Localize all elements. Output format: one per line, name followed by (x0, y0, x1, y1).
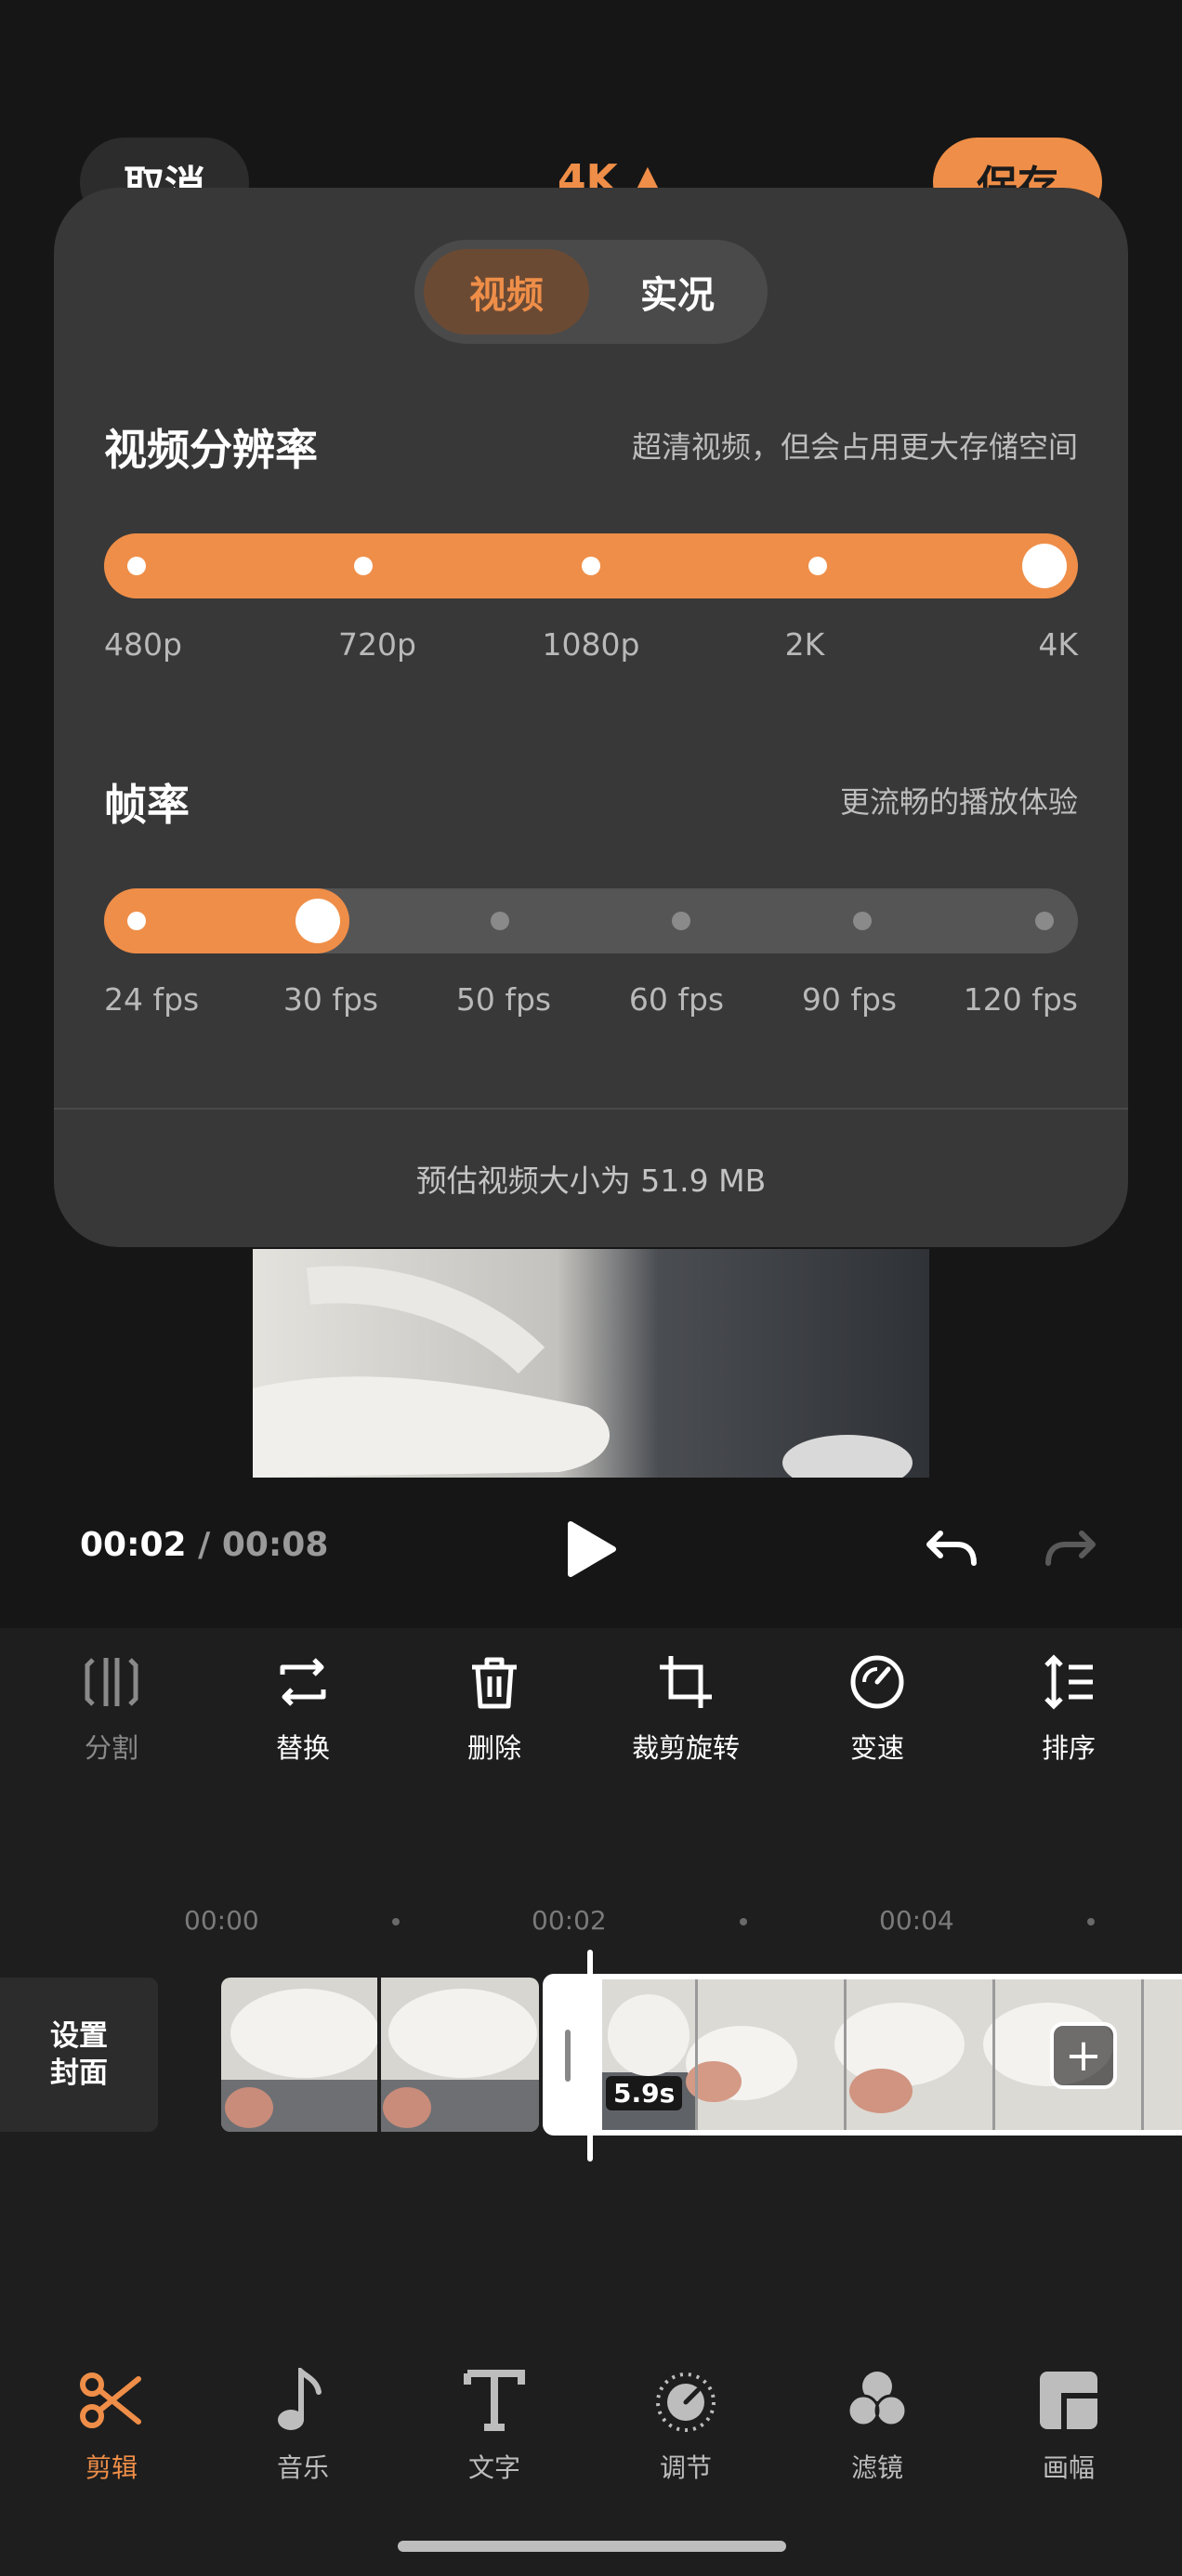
resolution-stop-2k[interactable] (808, 557, 827, 575)
split-icon (85, 1658, 138, 1706)
replace-tool[interactable]: 替换 (238, 1654, 368, 1766)
timeline-mark-2: 00:02 (532, 1905, 607, 1936)
panel-divider (54, 1108, 1128, 1110)
tab-aspect-ratio-label: 画幅 (1042, 2452, 1095, 2483)
tab-aspect-ratio[interactable]: 画幅 (994, 2368, 1143, 2485)
tab-music[interactable]: 音乐 (229, 2365, 377, 2485)
fps-label-50: 50 fps (455, 981, 552, 1018)
delete-label: 删除 (466, 1732, 521, 1764)
timeline-clip-1[interactable] (221, 1978, 539, 2132)
tab-text[interactable]: 文字 (420, 2368, 569, 2485)
clip-trim-handle[interactable] (565, 2030, 571, 2082)
crop-rotate-label: 裁剪旋转 (631, 1732, 740, 1764)
frame-rate-slider-knob[interactable] (296, 899, 340, 943)
crop-icon (660, 1656, 712, 1708)
playhead[interactable] (587, 1950, 593, 2162)
timeline-tick (1087, 1918, 1095, 1925)
resolution-label-480p: 480p (104, 626, 182, 663)
tab-adjust[interactable]: 调节 (611, 2368, 760, 2485)
aspect-ratio-icon (1040, 2372, 1097, 2429)
fps-stop-90[interactable] (853, 912, 872, 930)
sort-icon (1044, 1654, 1093, 1710)
timeline-mark-4: 00:04 (879, 1905, 954, 1936)
undo-icon[interactable] (924, 1528, 979, 1572)
resolution-label-4k: 4K (1038, 626, 1078, 663)
music-note-icon (278, 2365, 322, 2430)
tab-music-label: 音乐 (276, 2452, 329, 2483)
speed-tool[interactable]: 变速 (812, 1654, 942, 1766)
fps-stop-60[interactable] (672, 912, 690, 930)
split-tool[interactable]: 分割 (46, 1654, 177, 1766)
fps-stop-24[interactable] (127, 912, 146, 930)
timeline-tick (740, 1918, 747, 1925)
set-cover-label-line2: 封面 (50, 2057, 108, 2090)
delete-tool[interactable]: 删除 (429, 1654, 559, 1766)
fps-label-90: 90 fps (801, 981, 898, 1018)
filter-icon (847, 2372, 908, 2427)
resolution-label-720p: 720p (338, 626, 416, 663)
preview-image (253, 1249, 929, 1478)
estimated-size: 预估视频大小为 51.9 MB (415, 1163, 767, 1199)
tab-text-label: 文字 (467, 2452, 520, 2483)
export-settings-panel (54, 188, 1128, 1247)
add-clip-button[interactable]: + (1050, 2022, 1117, 2089)
tab-filter[interactable]: 滤镜 (803, 2368, 952, 2485)
speed-icon (850, 1655, 904, 1709)
resolution-description: 超清视频，但会占用更大存储空间 (631, 429, 1078, 465)
set-cover-label-line1: 设置 (50, 2019, 108, 2053)
fps-label-30: 30 fps (282, 981, 379, 1018)
play-icon[interactable] (565, 1520, 617, 1582)
timeline-mark-0: 00:00 (184, 1905, 259, 1936)
total-time: 00:08 (221, 1526, 329, 1564)
replace-icon (280, 1658, 326, 1706)
replace-label: 替换 (275, 1732, 330, 1764)
fps-stop-120[interactable] (1035, 912, 1054, 930)
resolution-title: 视频分辨率 (104, 425, 318, 475)
sort-tool[interactable]: 排序 (1004, 1654, 1134, 1766)
tab-live-photo[interactable]: 实况 (595, 249, 760, 335)
sort-label: 排序 (1041, 1732, 1096, 1764)
fps-label-120: 120 fps (963, 981, 1078, 1018)
resolution-stop-1080p[interactable] (582, 557, 600, 575)
speed-label: 变速 (849, 1732, 904, 1764)
frame-rate-description: 更流畅的播放体验 (839, 784, 1078, 820)
resolution-label-2k: 2K (784, 626, 825, 663)
trash-icon (472, 1657, 517, 1709)
resolution-slider-knob[interactable] (1022, 544, 1067, 588)
redo-icon[interactable] (1043, 1528, 1098, 1572)
resolution-stop-480p[interactable] (127, 557, 146, 575)
fps-label-24: 24 fps (104, 981, 200, 1018)
crop-rotate-tool[interactable]: 裁剪旋转 (621, 1654, 751, 1766)
fps-label-60: 60 fps (628, 981, 725, 1018)
timeline-tick (392, 1918, 400, 1925)
playback-time: 00:02 / 00:08 (80, 1526, 328, 1564)
frame-rate-title: 帧率 (104, 780, 190, 830)
time-separator: / (186, 1526, 222, 1564)
resolution-stop-720p[interactable] (354, 557, 373, 575)
tab-adjust-label: 调节 (659, 2452, 712, 2483)
clip-duration-badge: 5.9s (606, 2076, 683, 2110)
tab-edit[interactable]: 剪辑 (37, 2368, 186, 2485)
split-label: 分割 (84, 1732, 138, 1764)
fps-stop-50[interactable] (491, 912, 509, 930)
tab-video[interactable]: 视频 (424, 249, 589, 335)
tab-edit-label: 剪辑 (85, 2452, 138, 2483)
scissors-icon (80, 2372, 141, 2428)
home-indicator[interactable] (398, 2541, 786, 2552)
clip-1-thumbnails (221, 1978, 539, 2132)
text-icon (464, 2370, 525, 2431)
adjust-dial-icon (656, 2372, 716, 2432)
resolution-label-1080p: 1080p (542, 626, 640, 663)
tab-filter-label: 滤镜 (850, 2452, 903, 2483)
current-time: 00:02 (80, 1526, 187, 1564)
video-preview[interactable] (253, 1249, 929, 1478)
set-cover-button[interactable]: 设置 封面 (0, 1978, 158, 2132)
